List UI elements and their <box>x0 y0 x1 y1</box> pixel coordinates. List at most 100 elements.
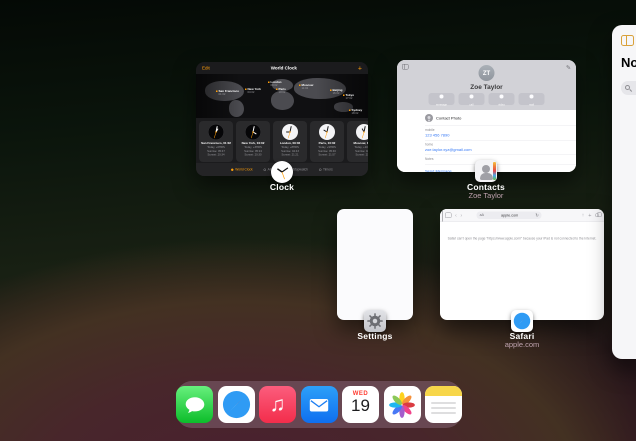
flower-icon <box>387 390 417 420</box>
compose-icon: ✎ <box>566 64 571 71</box>
address-text: apple.com <box>501 213 518 218</box>
person-icon <box>425 114 433 122</box>
app-sublabel-safari: apple.com <box>477 340 567 349</box>
back-icon: ‹ <box>455 213 457 218</box>
app-window-clock[interactable]: Edit World Clock + San Francisco01:02 Ne… <box>196 62 368 176</box>
contact-header: ✎ ZT Zoe Taylor message call video mail <box>397 60 576 110</box>
map-city-label: London09:02 <box>268 81 282 87</box>
person-icon <box>482 165 490 173</box>
call-button: call <box>459 93 485 105</box>
analog-clock-face <box>356 124 368 140</box>
video-button: video <box>489 93 515 105</box>
email-row: home zoe.taylor.xyz@gmail.com <box>425 141 576 156</box>
reader-button: aA <box>480 214 484 218</box>
mail-dock-icon[interactable] <box>301 386 338 423</box>
map-city-label: Tokyo17:02 <box>343 94 354 100</box>
app-window-safari[interactable]: ‹ › aA apple.com ↻ ↑ + Safari can't open… <box>440 209 604 320</box>
world-clock-card-london: London, 09:02 Today, +8HRS Sunrise: 04:4… <box>273 121 307 162</box>
app-window-settings[interactable] <box>337 209 413 320</box>
analog-clock-face <box>208 124 224 140</box>
envelope-icon <box>306 392 332 418</box>
contacts-window-content: ✎ ZT Zoe Taylor message call video mail … <box>397 60 576 172</box>
world-map: San Francisco01:02 New York04:02 London0… <box>196 74 368 118</box>
notes-title: Notes <box>621 55 636 70</box>
share-icon: ↑ <box>582 213 585 219</box>
notes-dock-icon[interactable] <box>425 386 462 423</box>
contact-avatar: ZT <box>479 65 495 81</box>
forward-icon: › <box>460 213 462 218</box>
mail-icon <box>530 95 534 99</box>
message-button: message <box>429 93 455 105</box>
phone-row: mobile 123 456 7890 <box>425 126 576 141</box>
photos-dock-icon[interactable] <box>384 386 421 423</box>
safari-app-icon[interactable] <box>511 310 533 332</box>
address-bar: aA apple.com ↻ <box>477 212 542 220</box>
speech-bubble-icon <box>183 393 207 417</box>
analog-clock-face <box>245 124 261 140</box>
messages-dock-icon[interactable] <box>176 386 213 423</box>
clock-face-icon <box>271 161 293 183</box>
app-window-notes-peek[interactable]: Notes <box>612 25 636 359</box>
contacts-app-icon[interactable] <box>475 160 497 182</box>
safari-toolbar-right: ↑ + <box>582 212 599 218</box>
app-window-contacts[interactable]: ✎ ZT Zoe Taylor message call video mail … <box>397 60 576 172</box>
safari-window-content: ‹ › aA apple.com ↻ ↑ + Safari can't open… <box>440 209 604 320</box>
sidebar-toggle-icon <box>402 64 409 70</box>
sidebar-toggle-icon <box>621 35 634 46</box>
clock-window-content: Edit World Clock + San Francisco01:02 Ne… <box>196 62 368 176</box>
new-tab-icon: + <box>588 212 591 218</box>
rainbow-tabs <box>493 162 496 180</box>
settings-app-icon[interactable] <box>364 310 386 332</box>
world-clock-card-moscow: Moscow, 11:02 Today, +10HRS Sunrise: 03:… <box>347 121 368 162</box>
music-note-icon: ♫ <box>270 394 286 415</box>
music-dock-icon[interactable]: ♫ <box>259 386 296 423</box>
gear-icon <box>366 312 384 330</box>
video-icon <box>500 95 504 99</box>
analog-clock-face <box>319 124 335 140</box>
map-city-label: San Francisco01:02 <box>216 90 239 96</box>
phone-icon <box>470 95 474 99</box>
contact-action-row: message call video mail <box>397 93 576 105</box>
clock-nav-title: World Clock <box>271 66 297 71</box>
app-label-settings: Settings <box>330 331 420 341</box>
globe-icon <box>231 168 234 171</box>
send-message-link: Send Message <box>425 165 576 172</box>
app-label-clock: Clock <box>237 182 327 192</box>
map-city-label: New York04:02 <box>245 88 261 94</box>
safari-dock-icon[interactable] <box>218 386 255 423</box>
contact-name: Zoe Taylor <box>397 83 576 91</box>
map-city-label: Moscow11:02 <box>299 84 313 90</box>
compass-icon <box>513 312 531 330</box>
world-clock-card-row: San Francisco, 01:02 Today, +0HRS Sunris… <box>199 121 368 162</box>
search-field <box>621 81 636 95</box>
safari-toolbar: ‹ › aA apple.com ↻ ↑ + <box>440 209 604 222</box>
tab-world-clock: World Clock <box>231 168 252 172</box>
phone-number-link: 123 456 7890 <box>425 133 576 138</box>
map-city-label: Paris10:02 <box>276 88 286 94</box>
clock-edit-button: Edit <box>202 66 210 71</box>
notes-yellow-band <box>425 386 462 396</box>
dock: ♫ WED 19 <box>176 381 462 428</box>
contact-photo-row: Contact Photo <box>425 110 576 126</box>
email-link: zoe.taylor.xyz@gmail.com <box>425 148 576 153</box>
world-clock-card-paris: Paris, 10:02 Today, +9HRS Sunrise: 05:46… <box>310 121 344 162</box>
tab-timers: Timers <box>319 168 333 172</box>
app-switcher-screen: Edit World Clock + San Francisco01:02 Ne… <box>0 0 636 441</box>
world-clock-card-new-york: New York, 04:02 Today, +3HRS Sunrise: 05… <box>236 121 270 162</box>
calendar-day: 19 <box>342 397 379 415</box>
reload-icon: ↻ <box>535 213 538 218</box>
calendar-dock-icon[interactable]: WED 19 <box>342 386 379 423</box>
sidebar-toggle-icon <box>445 213 452 219</box>
clock-nav-bar: Edit World Clock + <box>196 62 368 74</box>
world-clock-card-san-francisco: San Francisco, 01:02 Today, +0HRS Sunris… <box>199 121 233 162</box>
mail-button: mail <box>519 93 545 105</box>
map-city-label: Sydney18:02 <box>349 109 362 115</box>
map-city-label: Beijing16:02 <box>330 89 343 95</box>
compass-icon <box>221 389 252 420</box>
clock-add-button: + <box>358 64 362 72</box>
app-sublabel-contacts: Zoe Taylor <box>441 191 531 200</box>
analog-clock-face <box>282 124 298 140</box>
clock-app-icon[interactable] <box>271 161 293 183</box>
offline-error-text: Safari can't open the page "https://www.… <box>447 237 597 241</box>
message-icon <box>440 95 444 99</box>
